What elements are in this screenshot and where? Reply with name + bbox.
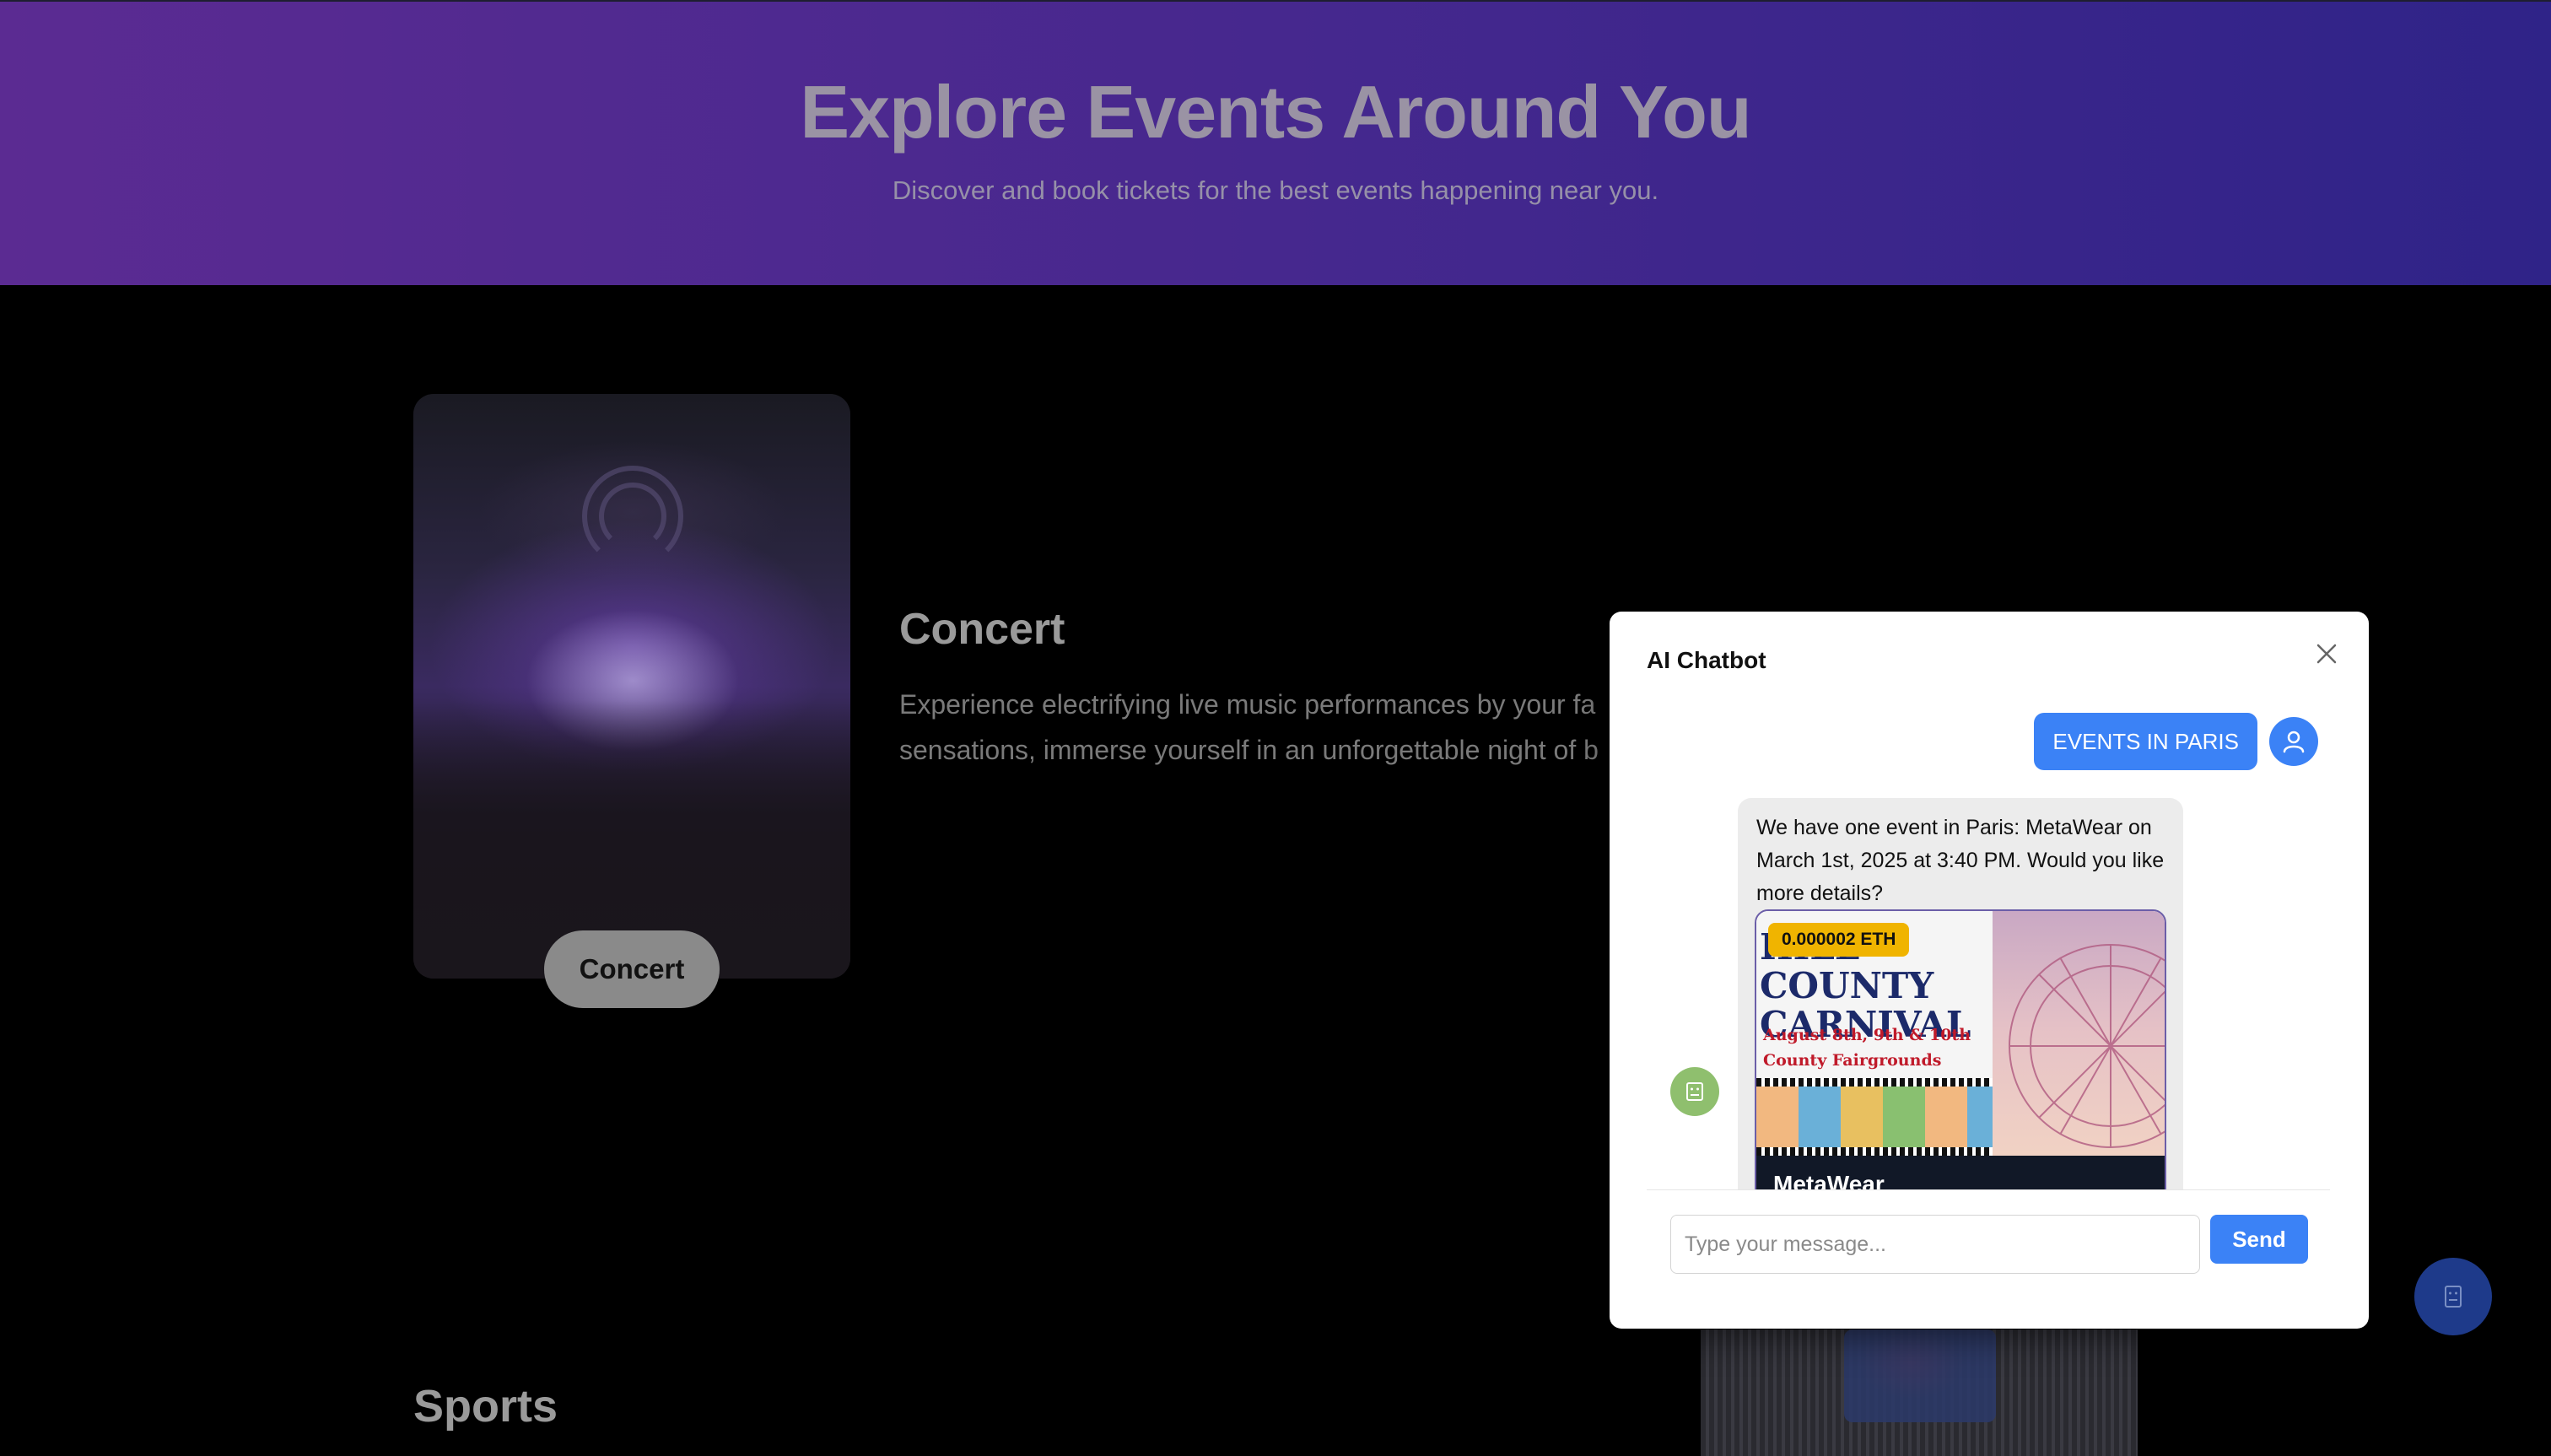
concert-category-button[interactable]: Concert bbox=[544, 930, 720, 1008]
hero-title: Explore Events Around You bbox=[800, 70, 1751, 154]
sports-section-title: Sports bbox=[413, 1381, 558, 1432]
user-message-row: EVENTS IN PARIS bbox=[2034, 713, 2318, 770]
close-icon[interactable] bbox=[2310, 637, 2343, 671]
arena-jumbotron bbox=[1844, 1329, 1996, 1422]
stage-decoration-inner bbox=[599, 483, 666, 550]
event-name: MetaWear bbox=[1773, 1171, 1885, 1189]
chatbot-modal: AI Chatbot EVENTS IN PARIS We have one e… bbox=[1610, 612, 2369, 1329]
bot-message: We have one event in Paris: MetaWear on … bbox=[1738, 798, 2183, 1189]
bot-icon bbox=[1670, 1067, 1719, 1116]
send-button[interactable]: Send bbox=[2210, 1215, 2308, 1264]
user-icon bbox=[2269, 717, 2318, 766]
poster-date-line: August 8th, 9th & 10th bbox=[1763, 1026, 1971, 1044]
chat-divider bbox=[1647, 1189, 2330, 1190]
poster-location-line: County Fairgrounds bbox=[1763, 1051, 1942, 1070]
concert-section-title: Concert bbox=[899, 605, 1065, 654]
price-badge: 0.000002 ETH bbox=[1768, 923, 1910, 957]
poster-date: August 8th, 9th & 10th County Fairground… bbox=[1763, 1022, 1971, 1073]
concert-description-line-1: Experience electrifying live music perfo… bbox=[899, 689, 1596, 720]
ferris-wheel-image bbox=[1993, 911, 2165, 1156]
event-card[interactable]: HILL COUNTY CARNIVAL August 8th, 9th & 1… bbox=[1755, 909, 2166, 1189]
chatbot-icon[interactable] bbox=[2414, 1258, 2492, 1335]
hero-subtitle: Discover and book tickets for the best e… bbox=[892, 175, 1659, 205]
concert-image bbox=[413, 394, 850, 979]
chat-message-input[interactable] bbox=[1670, 1215, 2200, 1274]
chatbot-title: AI Chatbot bbox=[1647, 647, 1766, 673]
bot-message-text: We have one event in Paris: MetaWear on … bbox=[1756, 816, 2165, 905]
hero-banner: Explore Events Around You Discover and b… bbox=[0, 0, 2551, 285]
poster-filmstrip bbox=[1756, 1078, 1993, 1156]
sports-image bbox=[1701, 1329, 2138, 1456]
concert-description: Experience electrifying live music perfo… bbox=[899, 682, 1608, 773]
chat-messages[interactable]: EVENTS IN PARIS We have one event in Par… bbox=[1647, 713, 2330, 1189]
concert-card[interactable]: Concert bbox=[413, 394, 850, 1008]
concert-description-line-2: sensations, immerse yourself in an unfor… bbox=[899, 735, 1599, 765]
event-card-footer: MetaWear bbox=[1756, 1156, 2165, 1189]
user-message: EVENTS IN PARIS bbox=[2034, 713, 2257, 770]
